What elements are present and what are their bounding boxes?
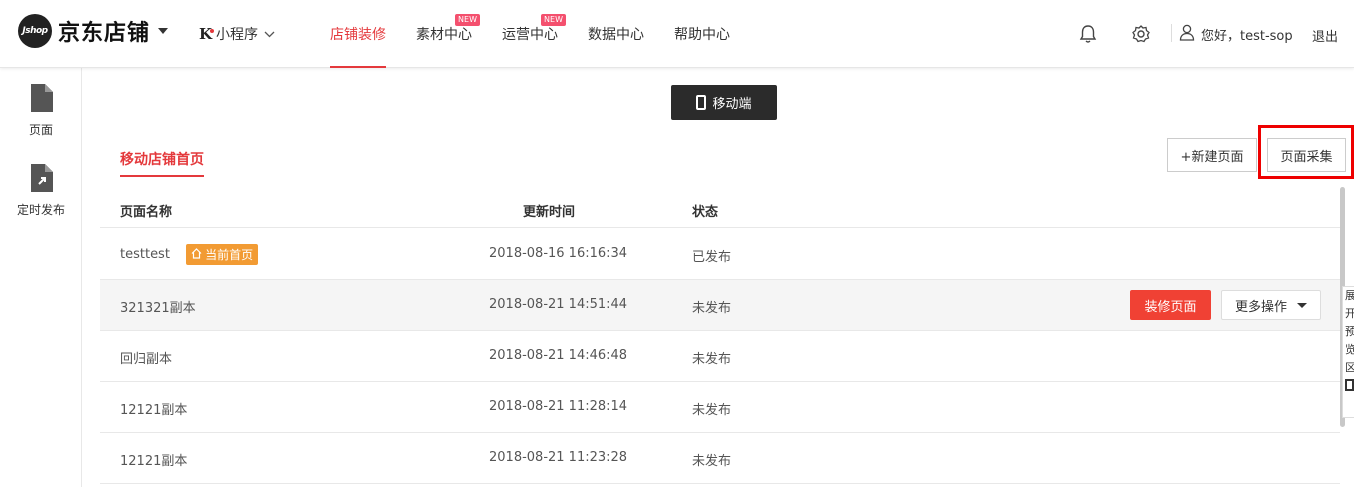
status: 未发布 [692,403,732,418]
page-name: 321321副本 [120,301,196,316]
status: 已发布 [692,250,732,265]
jshop-logo-icon: Jshop [18,14,52,48]
update-time: 2018-08-21 11:23:28 [489,450,628,465]
top-bar: Jshop 京东店铺 K 小程序 店铺装修 素材中心 NEW 运营中心 NEW … [0,0,1354,68]
page-name: 12121副本 [120,454,188,469]
page-name: testtest [120,247,170,262]
column-update-time: 更新时间 [523,205,576,220]
nav-help-center[interactable]: 帮助中心 [674,0,730,68]
new-page-button[interactable]: +新建页面 [1167,138,1257,172]
sidebar-item-schedule[interactable]: 定时发布 [0,164,82,218]
table-row[interactable]: 12121副本 2018-08-21 11:28:14 未发布 [100,382,1343,433]
table-row[interactable]: 回归副本 2018-08-21 14:46:48 未发布 [100,331,1343,382]
column-page-name: 页面名称 [120,205,173,220]
divider [1171,24,1172,42]
brand-name: 京东店铺 [58,21,151,46]
qr-code-icon [1345,379,1354,391]
schedule-publish-icon [0,164,82,195]
update-time: 2018-08-21 14:51:44 [489,297,628,312]
home-icon [191,247,202,262]
gear-icon[interactable] [1131,24,1151,44]
more-actions-button[interactable]: 更多操作 [1221,290,1321,320]
tab-mobile-store-home[interactable]: 移动店铺首页 [120,149,204,177]
user-icon [1179,24,1195,45]
caret-down-icon [1297,302,1307,308]
column-status: 状态 [692,205,719,220]
sidebar-item-pages[interactable]: 页面 [0,84,82,138]
bell-icon[interactable] [1078,24,1098,44]
status: 未发布 [692,301,732,316]
update-time: 2018-08-21 14:46:48 [489,348,628,363]
phone-icon [696,95,707,110]
user-menu[interactable]: 您好，test-sop [1179,24,1293,45]
nav-data-center[interactable]: 数据中心 [588,0,644,68]
status: 未发布 [692,352,732,367]
table-row[interactable]: testtest 当前首页 2018-08-16 16:16:34 已发布 [100,229,1343,280]
highlight-box [1258,125,1354,179]
chevron-down-icon [264,28,275,41]
update-time: 2018-08-21 11:28:14 [489,399,628,414]
brand-logo[interactable]: Jshop 京东店铺 [18,14,169,48]
new-badge: NEW [455,14,480,26]
current-home-tag: 当前首页 [186,244,259,265]
nav-store-decoration[interactable]: 店铺装修 [330,0,386,68]
new-badge: NEW [541,14,566,26]
table-header: 页面名称 更新时间 状态 [100,190,1343,228]
caret-down-icon[interactable] [158,28,169,34]
mini-program-switch[interactable]: K 小程序 [199,24,275,44]
mini-program-icon: K [199,25,215,43]
page-name: 回归副本 [120,352,173,367]
mini-program-label: 小程序 [216,27,259,43]
update-time: 2018-08-16 16:16:34 [489,246,628,261]
preview-float-panel[interactable]: 展 开 预 览 区 [1342,286,1354,418]
nav-operation-center[interactable]: 运营中心 NEW [502,0,566,68]
user-greeting: 您好，test-sop [1201,29,1293,44]
status: 未发布 [692,454,732,469]
mobile-terminal-button[interactable]: 移动端 [671,85,777,120]
nav-material-center[interactable]: 素材中心 NEW [416,0,480,68]
page-name: 12121副本 [120,403,188,418]
main-content: 移动端 移动店铺首页 +新建页面 页面采集 页面名称 更新时间 状态 testt… [83,68,1354,487]
left-sidebar: 页面 定时发布 [0,68,82,487]
table-row[interactable]: 12121副本 2018-08-21 11:23:28 未发布 [100,433,1343,484]
decorate-page-button[interactable]: 装修页面 [1130,290,1211,320]
table-row[interactable]: 321321副本 2018-08-21 14:51:44 未发布 装修页面 更多… [100,280,1343,331]
logout-link[interactable]: 退出 [1312,26,1338,45]
main-nav: 店铺装修 素材中心 NEW 运营中心 NEW 数据中心 帮助中心 [330,0,760,68]
page-icon [0,84,82,115]
